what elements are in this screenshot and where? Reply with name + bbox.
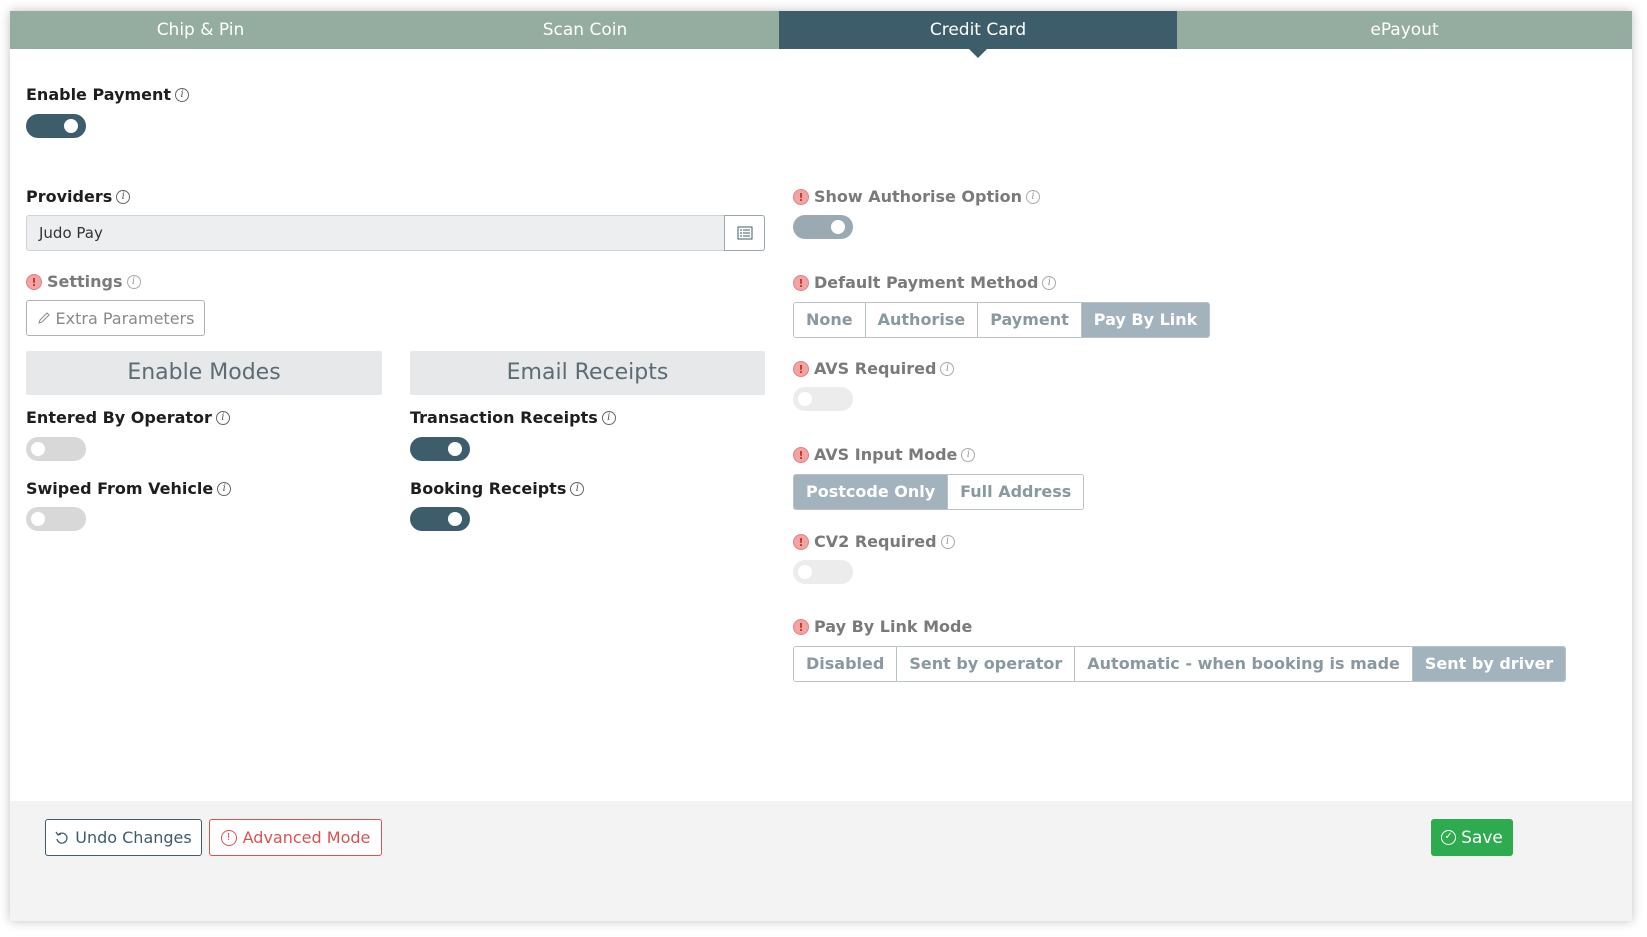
pay-by-link-sent-by-driver[interactable]: Sent by driver (1412, 647, 1566, 681)
toggle-knob (798, 565, 812, 579)
check-circle-icon: ✓ (1441, 830, 1457, 845)
undo-changes-text: Undo Changes (75, 828, 192, 847)
enable-modes-header: Enable Modes (26, 351, 382, 395)
swiped-from-vehicle-text: Swiped From Vehicle (26, 479, 214, 498)
payment-method-payment[interactable]: Payment (978, 303, 1082, 337)
toggle-knob (31, 442, 45, 456)
info-icon[interactable]: i (940, 534, 955, 549)
entered-by-operator-toggle[interactable] (26, 437, 86, 461)
show-authorise-option-label: ! Show Authorise Option i (793, 187, 1040, 206)
advanced-warning-icon: ! (793, 618, 809, 635)
avs-required-text: AVS Required (814, 359, 937, 378)
save-text: Save (1461, 827, 1503, 848)
advanced-warning-icon: ! (26, 273, 42, 290)
tab-credit-card[interactable]: Credit Card (779, 11, 1177, 58)
entered-by-operator-label: Entered By Operator i (26, 408, 230, 427)
default-payment-method-label: ! Default Payment Method i (793, 273, 1057, 292)
pay-by-link-mode-selector: Disabled Sent by operator Automatic - wh… (793, 646, 1567, 682)
info-icon[interactable]: i (1042, 275, 1057, 290)
booking-receipts-toggle[interactable] (410, 507, 470, 531)
avs-required-toggle[interactable] (793, 387, 853, 411)
advanced-warning-icon: ! (793, 188, 809, 205)
show-authorise-option-text: Show Authorise Option (814, 187, 1022, 206)
transaction-receipts-toggle[interactable] (410, 437, 470, 461)
payment-method-authorise[interactable]: Authorise (865, 303, 979, 337)
providers-label: Providers i (26, 187, 131, 206)
avs-input-mode-text: AVS Input Mode (814, 445, 958, 464)
default-payment-method-selector: None Authorise Payment Pay By Link (793, 302, 1211, 338)
undo-changes-button[interactable]: Undo Changes (45, 819, 202, 856)
toggle-knob (448, 442, 462, 456)
info-icon[interactable]: i (570, 481, 585, 496)
advanced-warning-icon: ! (793, 360, 809, 377)
avs-mode-full-address[interactable]: Full Address (948, 475, 1084, 509)
info-icon[interactable]: i (940, 361, 955, 376)
email-receipts-header: Email Receipts (410, 351, 765, 395)
default-payment-method-text: Default Payment Method (814, 273, 1039, 292)
warning-circle-icon: ! (220, 829, 237, 846)
avs-mode-postcode-only[interactable]: Postcode Only (794, 475, 949, 509)
swiped-from-vehicle-label: Swiped From Vehicle i (26, 479, 232, 498)
enable-payment-toggle[interactable] (26, 114, 86, 138)
settings-text: Settings (47, 272, 123, 291)
provider-field[interactable]: Judo Pay (26, 215, 726, 251)
transaction-receipts-text: Transaction Receipts (410, 408, 598, 427)
settings-label: ! Settings i (26, 272, 141, 291)
toggle-knob (448, 512, 462, 526)
toggle-knob (831, 220, 845, 234)
cv2-required-toggle[interactable] (793, 560, 853, 584)
info-icon[interactable]: i (215, 410, 230, 425)
transaction-receipts-label: Transaction Receipts i (410, 408, 616, 427)
payment-method-none[interactable]: None (794, 303, 866, 337)
avs-input-mode-selector: Postcode Only Full Address (793, 474, 1085, 510)
pay-by-link-automatic[interactable]: Automatic - when booking is made (1075, 647, 1413, 681)
avs-input-mode-label: ! AVS Input Mode i (793, 445, 976, 464)
enable-payment-text: Enable Payment (26, 85, 172, 104)
payment-settings-panel: Chip & Pin Scan Coin Credit Card ePayout… (10, 11, 1632, 921)
info-icon[interactable]: i (175, 87, 190, 102)
save-button[interactable]: ✓ Save (1431, 819, 1513, 856)
pencil-icon (37, 312, 50, 324)
undo-icon (55, 831, 68, 844)
tab-epayout[interactable]: ePayout (1177, 11, 1632, 49)
footer-bar: Undo Changes ! Advanced Mode ✓ Save (10, 801, 1632, 921)
booking-receipts-text: Booking Receipts (410, 479, 567, 498)
advanced-warning-icon: ! (793, 274, 809, 291)
cv2-required-text: CV2 Required (814, 532, 937, 551)
tab-chip-and-pin[interactable]: Chip & Pin (10, 11, 391, 49)
booking-receipts-label: Booking Receipts i (410, 479, 585, 498)
advanced-mode-button[interactable]: ! Advanced Mode (209, 819, 382, 856)
pay-by-link-sent-by-operator[interactable]: Sent by operator (897, 647, 1076, 681)
toggle-knob (64, 119, 78, 133)
enable-payment-label: Enable Payment i (26, 85, 190, 104)
pay-by-link-mode-text: Pay By Link Mode (814, 617, 973, 636)
advanced-mode-text: Advanced Mode (242, 828, 371, 847)
provider-picker-button[interactable] (724, 215, 765, 251)
entered-by-operator-text: Entered By Operator (26, 408, 212, 427)
extra-parameters-button[interactable]: Extra Parameters (26, 300, 205, 336)
show-authorise-option-toggle[interactable] (793, 215, 853, 239)
avs-required-label: ! AVS Required i (793, 359, 955, 378)
payment-method-pay-by-link[interactable]: Pay By Link (1081, 303, 1210, 337)
pay-by-link-mode-label: ! Pay By Link Mode (793, 617, 972, 636)
info-icon[interactable]: i (217, 481, 232, 496)
pay-by-link-disabled[interactable]: Disabled (794, 647, 898, 681)
info-icon[interactable]: i (1025, 189, 1040, 204)
info-icon[interactable]: i (961, 447, 976, 462)
info-icon[interactable]: i (126, 274, 141, 289)
advanced-warning-icon: ! (793, 446, 809, 463)
info-icon[interactable]: i (116, 189, 131, 204)
list-icon (737, 226, 752, 240)
toggle-knob (31, 512, 45, 526)
swiped-from-vehicle-toggle[interactable] (26, 507, 86, 531)
tab-scan-coin[interactable]: Scan Coin (391, 11, 779, 49)
cv2-required-label: ! CV2 Required i (793, 532, 955, 551)
advanced-warning-icon: ! (793, 533, 809, 550)
info-icon[interactable]: i (601, 410, 616, 425)
payment-tabs: Chip & Pin Scan Coin Credit Card ePayout (10, 11, 1632, 58)
toggle-knob (798, 392, 812, 406)
providers-text: Providers (26, 187, 113, 206)
extra-parameters-text: Extra Parameters (55, 308, 195, 328)
